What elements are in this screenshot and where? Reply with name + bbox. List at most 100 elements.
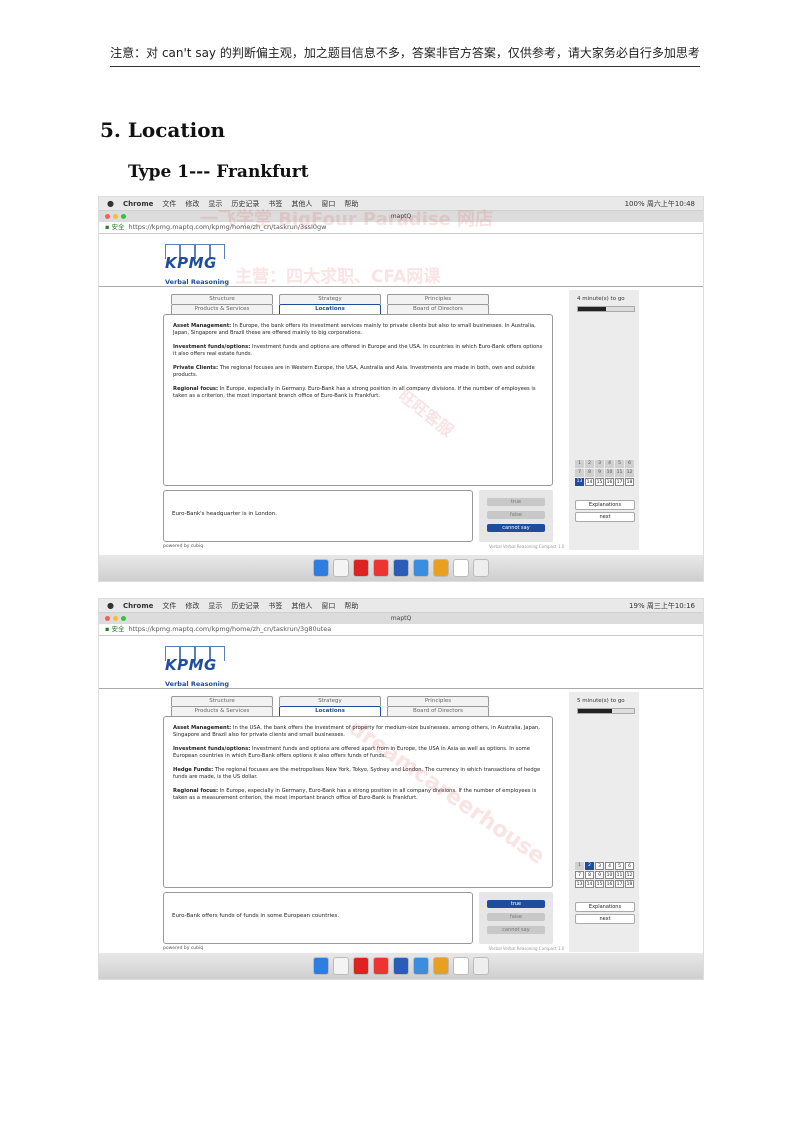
menubar-menu-item[interactable]: 文件: [162, 601, 176, 611]
question-number-button[interactable]: 7: [575, 871, 584, 879]
trash-icon[interactable]: [473, 957, 489, 975]
chrome-icon[interactable]: [433, 957, 449, 975]
menubar-menu-item[interactable]: 帮助: [344, 199, 358, 209]
question-number-button[interactable]: 1: [575, 460, 584, 468]
chrome-icon[interactable]: [433, 559, 449, 577]
question-number-button[interactable]: 3: [595, 862, 604, 870]
question-number-button[interactable]: 13: [575, 880, 584, 888]
answer-false-button[interactable]: false: [487, 511, 545, 519]
question-number-button[interactable]: 8: [585, 871, 594, 879]
menubar-menu-item[interactable]: 修改: [185, 601, 199, 611]
question-number-button[interactable]: 17: [615, 478, 624, 486]
minimize-window-button[interactable]: [113, 214, 118, 219]
question-number-button[interactable]: 13: [575, 478, 584, 486]
word-icon[interactable]: [393, 559, 409, 577]
answer-cannot-say-button[interactable]: cannot say: [487, 524, 545, 532]
question-number-button[interactable]: 15: [595, 880, 604, 888]
question-number-button[interactable]: 5: [615, 862, 624, 870]
menubar-app-name[interactable]: Chrome: [123, 602, 153, 610]
tab-bottom-2[interactable]: Board of Directors: [387, 706, 489, 716]
question-number-button[interactable]: 17: [615, 880, 624, 888]
question-number-button[interactable]: 16: [605, 880, 614, 888]
question-number-button[interactable]: 18: [625, 478, 634, 486]
question-number-button[interactable]: 6: [625, 460, 634, 468]
apple-icon[interactable]: ●: [107, 601, 114, 610]
app-icon-red-2[interactable]: [373, 957, 389, 975]
menubar-menu-item[interactable]: 修改: [185, 199, 199, 209]
question-number-button[interactable]: 4: [605, 460, 614, 468]
trash-icon[interactable]: [473, 559, 489, 577]
question-number-button[interactable]: 10: [605, 871, 614, 879]
document-icon[interactable]: [453, 559, 469, 577]
menubar-menu-item[interactable]: 文件: [162, 199, 176, 209]
answer-cannot-say-button[interactable]: cannot say: [487, 926, 545, 934]
app-icon-red[interactable]: [353, 957, 369, 975]
question-number-button[interactable]: 11: [615, 871, 624, 879]
question-number-button[interactable]: 12: [625, 871, 634, 879]
next-button[interactable]: next: [575, 914, 635, 924]
menubar-menu-item[interactable]: 历史记录: [231, 199, 259, 209]
zoom-window-button[interactable]: [121, 616, 126, 621]
menubar-menu-item[interactable]: 历史记录: [231, 601, 259, 611]
baidu-netdisk-icon[interactable]: [413, 559, 429, 577]
answer-false-button[interactable]: false: [487, 913, 545, 921]
question-number-button[interactable]: 6: [625, 862, 634, 870]
question-number-button[interactable]: 1: [575, 862, 584, 870]
menubar-menu-item[interactable]: 其他人: [291, 601, 312, 611]
app-icon-red[interactable]: [353, 559, 369, 577]
tab-top-0[interactable]: Structure: [171, 696, 273, 706]
word-icon[interactable]: [393, 957, 409, 975]
question-number-button[interactable]: 10: [605, 469, 614, 477]
menubar-app-name[interactable]: Chrome: [123, 200, 153, 208]
question-number-button[interactable]: 16: [605, 478, 614, 486]
zoom-window-button[interactable]: [121, 214, 126, 219]
close-window-button[interactable]: [105, 214, 110, 219]
menubar-menu-item[interactable]: 帮助: [344, 601, 358, 611]
answer-true-button[interactable]: true: [487, 900, 545, 908]
menubar-menu-item[interactable]: 显示: [208, 199, 222, 209]
question-number-button[interactable]: 14: [585, 478, 594, 486]
question-number-button[interactable]: 9: [595, 871, 604, 879]
question-number-button[interactable]: 2: [585, 460, 594, 468]
close-window-button[interactable]: [105, 616, 110, 621]
tab-bottom-1[interactable]: Locations: [279, 706, 381, 716]
address-bar[interactable]: ▪ 安全 https://kpmg.maptq.com/kpmg/home/zh_…: [99, 624, 703, 636]
question-number-button[interactable]: 18: [625, 880, 634, 888]
question-number-button[interactable]: 12: [625, 469, 634, 477]
question-number-button[interactable]: 7: [575, 469, 584, 477]
question-number-button[interactable]: 14: [585, 880, 594, 888]
menubar-menu-item[interactable]: 窗口: [321, 199, 335, 209]
menubar-menu-item[interactable]: 窗口: [321, 601, 335, 611]
question-number-button[interactable]: 11: [615, 469, 624, 477]
tab-top-0[interactable]: Structure: [171, 294, 273, 304]
tab-top-2[interactable]: Principles: [387, 696, 489, 706]
tab-bottom-1[interactable]: Locations: [279, 304, 381, 314]
tab-bottom-0[interactable]: Products & Services: [171, 706, 273, 716]
app-icon-red-2[interactable]: [373, 559, 389, 577]
menubar-menu-item[interactable]: 书签: [268, 601, 282, 611]
question-number-button[interactable]: 9: [595, 469, 604, 477]
tab-top-2[interactable]: Principles: [387, 294, 489, 304]
question-number-button[interactable]: 3: [595, 460, 604, 468]
minimize-window-button[interactable]: [113, 616, 118, 621]
question-number-button[interactable]: 8: [585, 469, 594, 477]
tab-top-1[interactable]: Strategy: [279, 294, 381, 304]
question-number-button[interactable]: 4: [605, 862, 614, 870]
tab-bottom-0[interactable]: Products & Services: [171, 304, 273, 314]
explanations-button[interactable]: Explanations: [575, 902, 635, 912]
document-icon[interactable]: [453, 957, 469, 975]
answer-true-button[interactable]: true: [487, 498, 545, 506]
tab-top-1[interactable]: Strategy: [279, 696, 381, 706]
calendar-icon[interactable]: [333, 559, 349, 577]
calendar-icon[interactable]: [333, 957, 349, 975]
finder-icon[interactable]: [313, 957, 329, 975]
finder-icon[interactable]: [313, 559, 329, 577]
tab-bottom-2[interactable]: Board of Directors: [387, 304, 489, 314]
address-bar[interactable]: ▪ 安全 https://kpmg.maptq.com/kpmg/home/zh_…: [99, 222, 703, 234]
next-button[interactable]: next: [575, 512, 635, 522]
question-number-button[interactable]: 15: [595, 478, 604, 486]
question-number-button[interactable]: 2: [585, 862, 594, 870]
menubar-menu-item[interactable]: 书签: [268, 199, 282, 209]
explanations-button[interactable]: Explanations: [575, 500, 635, 510]
question-number-button[interactable]: 5: [615, 460, 624, 468]
